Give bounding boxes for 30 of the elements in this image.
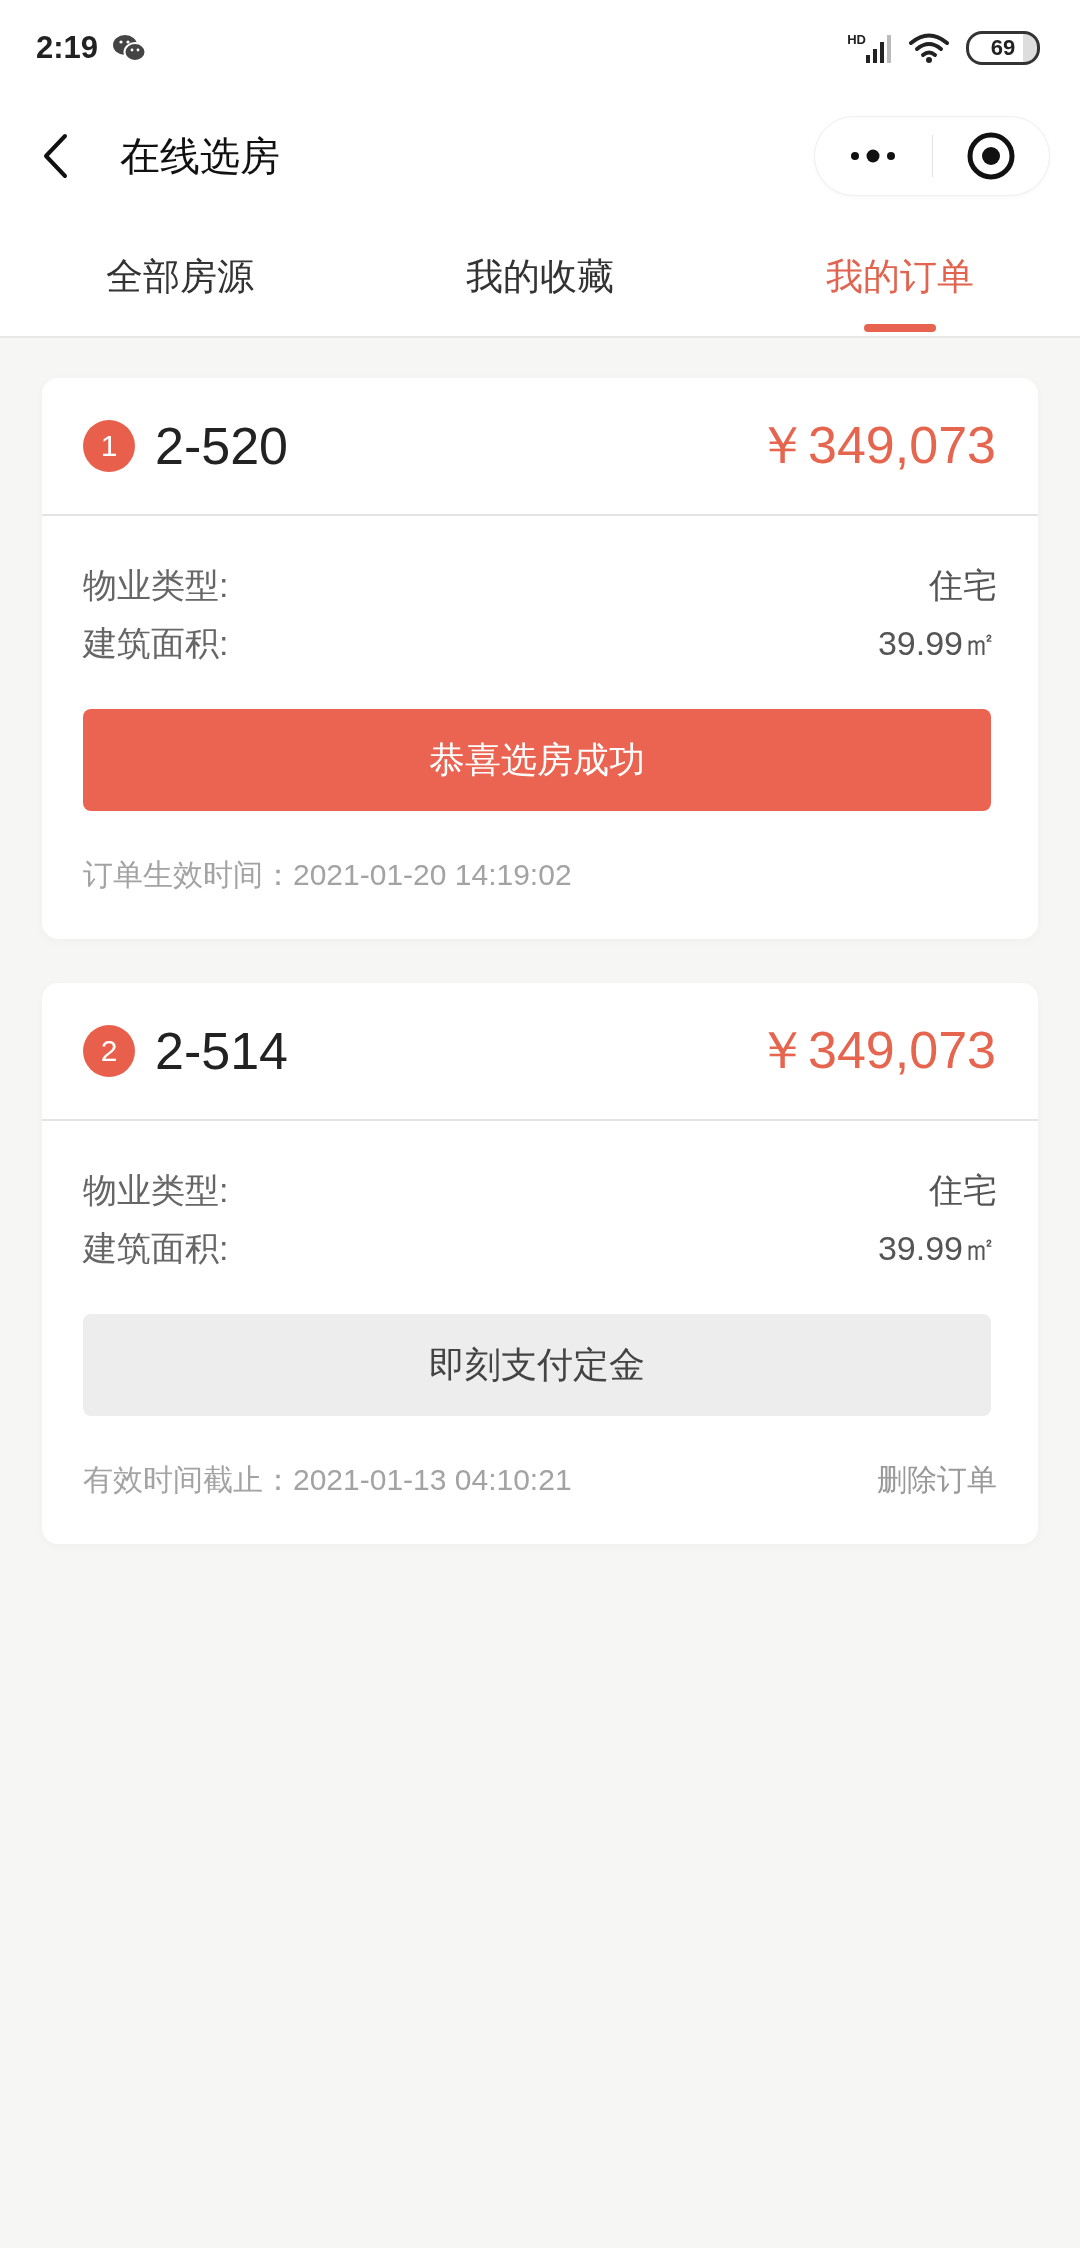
field-label: 建筑面积: — [83, 623, 229, 664]
unit-number: 2-520 — [155, 416, 288, 476]
back-icon[interactable] — [42, 133, 68, 179]
pay-deposit-button[interactable]: 即刻支付定金 — [83, 1314, 991, 1416]
field-value: 住宅 — [929, 1170, 997, 1211]
tab[interactable]: 全部房源 — [106, 254, 254, 300]
circle-dot-icon[interactable] — [965, 131, 1016, 181]
order-number: 2 — [83, 1025, 135, 1077]
field-label: 建筑面积: — [83, 1228, 229, 1269]
order-price: ￥349,073 — [756, 415, 996, 476]
order-time: 有效时间截止：2021-01-13 04:10:21 — [83, 1462, 572, 1498]
order-time: 订单生效时间：2021-01-20 14:19:02 — [83, 857, 572, 893]
status-time: 2:19 — [36, 30, 99, 66]
field-value: 住宅 — [929, 565, 997, 606]
unit-number: 2-514 — [155, 1021, 288, 1081]
order-number: 1 — [83, 420, 135, 472]
tab[interactable]: 我的收藏 — [466, 254, 614, 300]
active-tab-indicator — [864, 324, 936, 332]
more-icon[interactable] — [850, 149, 897, 163]
battery-indicator: 69 — [966, 31, 1040, 65]
field-value: 39.99㎡ — [877, 623, 997, 664]
order-price: ￥349,073 — [756, 1020, 996, 1081]
signal-icon — [866, 33, 892, 63]
network-type: HD — [847, 33, 866, 47]
field-label: 物业类型: — [83, 565, 229, 606]
field-label: 物业类型: — [83, 1170, 229, 1211]
page-title: 在线选房 — [120, 132, 280, 180]
chat-bubbles-icon — [112, 33, 147, 63]
wifi-icon — [908, 32, 950, 64]
field-value: 39.99㎡ — [877, 1228, 997, 1269]
